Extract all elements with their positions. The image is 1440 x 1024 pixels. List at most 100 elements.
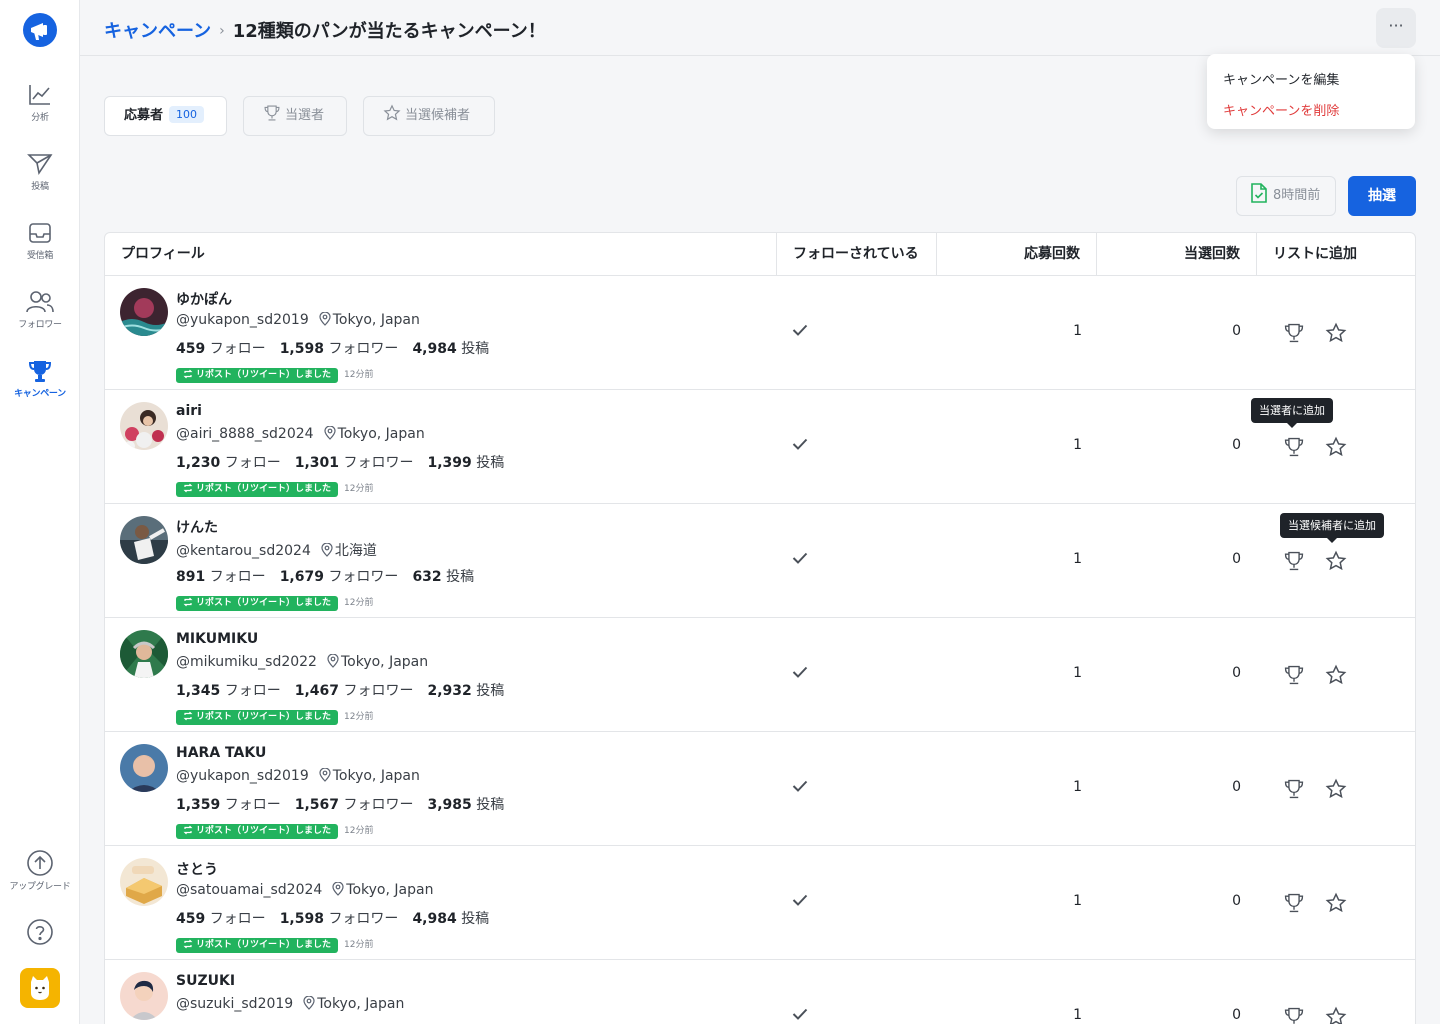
post-count: 4,984 (412, 341, 457, 357)
check-icon (792, 438, 808, 450)
chevron-right-icon: › (219, 23, 225, 39)
megaphone-logo-icon[interactable] (21, 12, 59, 50)
sidebar-item-posts[interactable]: 投稿 (0, 151, 80, 211)
follow-label: フォロー (209, 341, 266, 357)
add-winner-trophy-icon[interactable] (1283, 436, 1305, 458)
add-candidate-star-icon[interactable] (1325, 778, 1347, 800)
follow-label: フォロー (224, 455, 281, 471)
post-count: 3,985 (427, 797, 472, 813)
draw-lottery-button[interactable]: 抽選 (1348, 176, 1416, 216)
add-winner-trophy-icon[interactable] (1283, 1006, 1305, 1024)
table-row[interactable]: SUZUKI @suzuki_sd2019 Tokyo, Japan 1 0 (105, 960, 1415, 1024)
follow-label: フォロー (209, 911, 266, 927)
sidebar: 分析 投稿 受信箱 フォロワー キャンペーン アップグレード (0, 0, 80, 1024)
user-location: Tokyo, Japan (317, 996, 405, 1012)
user-handle: @kentarou_sd2024 (176, 543, 311, 559)
table-row[interactable]: HARA TAKU @yukapon_sd2019 Tokyo, Japan 1,… (105, 732, 1415, 846)
time-ago: 12分前 (344, 826, 374, 836)
application-count: 1 (1073, 437, 1082, 453)
application-count: 1 (1073, 893, 1082, 909)
avatar[interactable] (120, 972, 168, 1020)
sidebar-item-campaign[interactable]: キャンペーン (0, 358, 80, 418)
repost-badge: リポスト（リツイート）しました (176, 824, 339, 839)
win-count: 0 (1232, 779, 1241, 795)
tab-winners[interactable]: 当選者 (243, 96, 347, 136)
repost-badge: リポスト（リツイート）しました (176, 710, 339, 725)
avatar[interactable] (120, 288, 168, 336)
add-winner-trophy-icon[interactable] (1283, 550, 1305, 572)
avatar[interactable] (120, 744, 168, 792)
repost-icon (183, 825, 193, 835)
star-icon (383, 104, 401, 121)
follow-label: フォロー (224, 683, 281, 699)
add-candidate-star-icon[interactable] (1325, 1006, 1347, 1024)
user-location: Tokyo, Japan (332, 768, 420, 784)
page-title: 12種類のパンが当たるキャンペーン！ (232, 21, 546, 42)
add-candidate-star-icon[interactable] (1325, 322, 1347, 344)
sidebar-item-inbox[interactable]: 受信箱 (0, 220, 80, 280)
win-count: 0 (1232, 323, 1241, 339)
tab-label: 当選候補者 (405, 108, 471, 123)
follower-count: 1,679 (279, 569, 324, 585)
tab-candidates[interactable]: 当選候補者 (363, 96, 495, 136)
add-winner-trophy-icon[interactable] (1283, 664, 1305, 686)
breadcrumb-campaign-link[interactable]: キャンペーン (104, 21, 211, 42)
tooltip-add-winner: 当選者に追加 (1251, 398, 1333, 428)
sidebar-item-analytics[interactable]: 分析 (0, 82, 80, 142)
user-name: MIKUMIKU (176, 631, 259, 647)
post-count: 4,984 (412, 911, 457, 927)
breadcrumb: キャンペーン › 12種類のパンが当たるキャンペーン！ (104, 17, 546, 43)
sidebar-item-followers[interactable]: フォロワー (0, 289, 80, 349)
repost-icon (183, 939, 193, 949)
avatar[interactable] (120, 630, 168, 678)
table-row[interactable]: airi @airi_8888_sd2024 Tokyo, Japan 1,230… (105, 390, 1415, 504)
user-handle-line: @suzuki_sd2019 Tokyo, Japan (176, 995, 405, 1012)
user-handle-line: @yukapon_sd2019 Tokyo, Japan (176, 767, 420, 784)
add-winner-trophy-icon[interactable] (1283, 778, 1305, 800)
follower-label: フォロワー (343, 455, 414, 471)
help-button[interactable] (0, 918, 80, 948)
map-pin-icon (319, 311, 331, 326)
paper-plane-icon (27, 154, 53, 176)
add-winner-trophy-icon[interactable] (1283, 322, 1305, 344)
repost-badge: リポスト（リツイート）しました (176, 482, 339, 497)
avatar[interactable] (120, 516, 168, 564)
cat-avatar-icon (31, 976, 49, 1000)
edit-campaign-menu-item[interactable]: キャンペーンを編集 (1223, 65, 1399, 96)
table-row[interactable]: ゆかぽん @yukapon_sd2019 Tokyo, Japan 459 フォロ… (105, 276, 1415, 390)
avatar[interactable] (120, 858, 168, 906)
application-count: 1 (1073, 323, 1082, 339)
add-candidate-star-icon[interactable] (1325, 550, 1347, 572)
user-handle-line: @kentarou_sd2024 北海道 (176, 540, 377, 560)
table-row[interactable]: けんた @kentarou_sd2024 北海道 891 フォロー 1,679 フォ… (105, 504, 1415, 618)
user-handle: @suzuki_sd2019 (176, 996, 294, 1012)
avatar[interactable] (120, 402, 168, 450)
user-handle: @yukapon_sd2019 (176, 312, 309, 328)
follower-label: フォロワー (328, 341, 399, 357)
add-candidate-star-icon[interactable] (1325, 436, 1347, 458)
application-count: 1 (1073, 665, 1082, 681)
delete-campaign-menu-item[interactable]: キャンペーンを削除 (1223, 96, 1399, 127)
post-count: 2,932 (427, 683, 472, 699)
check-icon (792, 780, 808, 792)
add-candidate-star-icon[interactable] (1325, 664, 1347, 686)
table-row[interactable]: さとう @satouamai_sd2024 Tokyo, Japan 459 フォ… (105, 846, 1415, 960)
follow-count: 459 (176, 911, 206, 927)
application-count: 1 (1073, 1007, 1082, 1023)
sidebar-item-upgrade[interactable]: アップグレード (0, 849, 80, 909)
csv-export-button[interactable]: 8時間前 (1236, 176, 1336, 216)
tab-applicants[interactable]: 応募者 100 (104, 96, 227, 136)
follower-label: フォロワー (343, 797, 414, 813)
user-avatar[interactable] (20, 968, 60, 1008)
add-winner-trophy-icon[interactable] (1283, 892, 1305, 914)
sidebar-item-label: 受信箱 (26, 251, 54, 261)
map-pin-icon (327, 653, 339, 668)
trophy-icon (264, 105, 280, 121)
user-stats: 891 フォロー 1,679 フォロワー 632 投稿 (176, 566, 474, 586)
user-tags: リポスト（リツイート）しました 12分前 (176, 476, 373, 497)
more-options-button[interactable]: ··· (1376, 8, 1416, 48)
table-row[interactable]: MIKUMIKU @mikumiku_sd2022 Tokyo, Japan 1,… (105, 618, 1415, 732)
user-tags: リポスト（リツイート）しました 12分前 (176, 590, 373, 611)
add-candidate-star-icon[interactable] (1325, 892, 1347, 914)
follow-label: フォロー (224, 797, 281, 813)
